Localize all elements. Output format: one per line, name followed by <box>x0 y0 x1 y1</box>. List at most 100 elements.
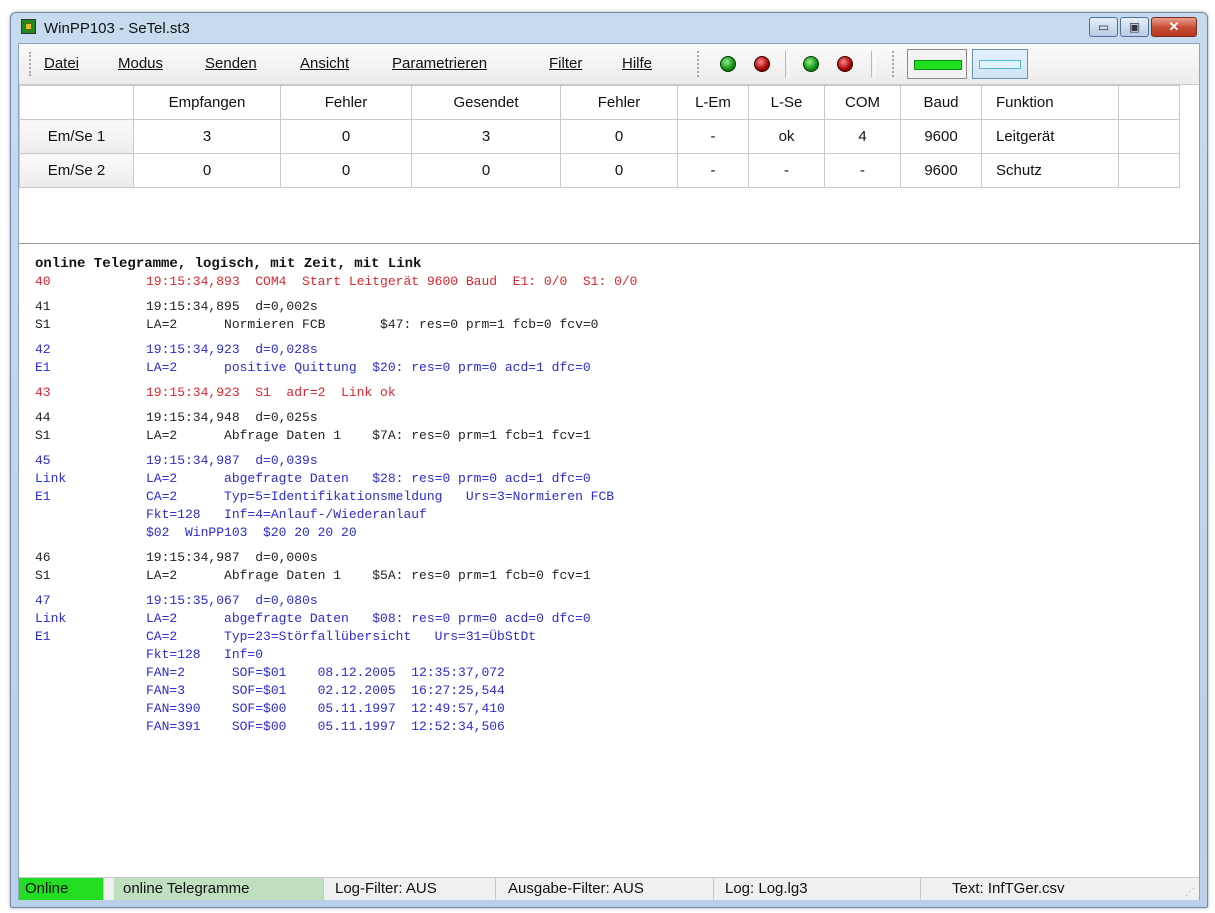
log-line-tag: E1 <box>35 489 51 504</box>
log-line-text: 19:15:34,948 d=0,025s <box>146 410 318 425</box>
log-line-text: FAN=2 SOF=$01 08.12.2005 12:35:37,072 <box>146 665 505 680</box>
log-line: Fkt=128 Inf=4=Anlauf-/Wiederanlauf <box>35 506 1185 524</box>
log-line-text: LA=2 positive Quittung $20: res=0 prm=0 … <box>146 360 591 375</box>
menu-label: Hilfe <box>622 55 653 72</box>
app-window: WinPP103 - SeTel.st3 ▭ ▣ ✕ Datei Modus S… <box>10 12 1208 908</box>
text-file-status: Text: InfTGer.csv <box>952 880 1065 897</box>
log-line-text: LA=2 abgefragte Daten $08: res=0 prm=0 a… <box>146 611 591 626</box>
table-cell <box>1118 119 1180 154</box>
log-line: S1 LA=2 Abfrage Daten 1 $5A: res=0 prm=1 … <box>35 567 1185 585</box>
maximize-button[interactable]: ▣ <box>1120 17 1149 37</box>
log-line-text: $02 WinPP103 $20 20 20 20 <box>146 525 357 540</box>
table-cell: - <box>824 153 901 188</box>
receive-status-red-led-icon[interactable] <box>754 56 770 72</box>
close-button[interactable]: ✕ <box>1151 17 1197 37</box>
resize-grip-icon[interactable]: ⋰ <box>1185 888 1195 898</box>
table-header-cell: Baud <box>900 85 982 120</box>
menu-bar: Datei Modus Senden Ansicht Parametrieren… <box>19 44 1199 85</box>
log-line-tag <box>35 682 146 700</box>
table-cell: 4 <box>824 119 901 154</box>
log-line-text: 19:15:34,923 d=0,028s <box>146 342 318 357</box>
log-line-tag: E1 <box>35 629 51 644</box>
output-filter-status: Ausgabe-Filter: AUS <box>499 878 714 900</box>
log-line: 42 19:15:34,923 d=0,028s <box>35 341 1185 359</box>
table-cell: Schutz <box>981 153 1119 188</box>
table-header-row: Empfangen Fehler Gesendet Fehler L-Em L-… <box>19 85 1180 120</box>
menu-ansicht[interactable]: Ansicht <box>300 55 349 72</box>
log-line-text: 19:15:35,067 d=0,080s <box>146 593 318 608</box>
table-header-cell: Fehler <box>280 85 412 120</box>
menu-parametrieren[interactable]: Parametrieren <box>392 55 487 72</box>
table-cell: 0 <box>280 153 412 188</box>
blue-bar-button[interactable] <box>972 49 1028 79</box>
log-line-tag: 45 <box>35 453 51 468</box>
log-line-tag: 43 <box>35 385 51 400</box>
menu-filter[interactable]: Filter <box>549 55 582 72</box>
log-line-text: 19:15:34,987 d=0,000s <box>146 550 318 565</box>
log-line-tag: S1 <box>35 428 51 443</box>
table-header-cell: Gesendet <box>411 85 561 120</box>
table-cell: 0 <box>560 153 678 188</box>
menu-label: Senden <box>205 55 257 72</box>
log-line-tag: 47 <box>35 593 51 608</box>
pane-divider[interactable] <box>19 243 1199 244</box>
log-line-text: FAN=391 SOF=$00 05.11.1997 12:52:34,506 <box>146 719 505 734</box>
send-status-red-led-icon[interactable] <box>837 56 853 72</box>
table-row-header: Em/Se 2 <box>19 153 134 188</box>
log-entry: 46 19:15:34,987 d=0,000s S1 LA=2 Abfrage Da… <box>35 549 1185 585</box>
table-cell: 0 <box>280 119 412 154</box>
log-line-text: LA=2 Abfrage Daten 1 $5A: res=0 prm=1 fc… <box>146 568 591 583</box>
mode-status: online Telegramme <box>114 878 324 900</box>
send-status-green-led-icon[interactable] <box>803 56 819 72</box>
client-area: Datei Modus Senden Ansicht Parametrieren… <box>18 43 1200 900</box>
log-line: 46 19:15:34,987 d=0,000s <box>35 549 1185 567</box>
log-line: 44 19:15:34,948 d=0,025s <box>35 409 1185 427</box>
menu-hilfe[interactable]: Hilfe <box>622 55 652 72</box>
table-header-cell <box>1118 85 1180 120</box>
log-line: S1 LA=2 Abfrage Daten 1 $7A: res=0 prm=1 … <box>35 427 1185 445</box>
toolbar-grip[interactable] <box>892 51 896 77</box>
green-bar-button[interactable] <box>907 49 967 79</box>
minimize-button[interactable]: ▭ <box>1089 17 1118 37</box>
log-line-tag: S1 <box>35 317 51 332</box>
table-header-cell <box>19 85 134 120</box>
title-bar[interactable]: WinPP103 - SeTel.st3 ▭ ▣ ✕ <box>11 13 1207 43</box>
log-line: FAN=390 SOF=$00 05.11.1997 12:49:57,410 <box>35 700 1185 718</box>
log-line-tag: E1 <box>35 360 51 375</box>
menubar-grip[interactable] <box>29 52 34 76</box>
table-row[interactable]: Em/Se 2 0 0 0 0 - - - 9600 Schutz <box>19 153 1180 188</box>
table-cell: Leitgerät <box>981 119 1119 154</box>
telegram-log[interactable]: online Telegramme, logisch, mit Zeit, mi… <box>35 252 1185 743</box>
log-line-text: LA=2 Abfrage Daten 1 $7A: res=0 prm=1 fc… <box>146 428 591 443</box>
table-cell: 9600 <box>900 119 982 154</box>
app-icon <box>21 19 36 34</box>
table-cell: - <box>677 153 749 188</box>
menu-label: Modus <box>118 55 164 72</box>
green-bar-icon <box>914 60 962 70</box>
log-line: 40 19:15:34,893 COM4 Start Leitgerät 9600… <box>35 273 1185 291</box>
table-row-header: Em/Se 1 <box>19 119 134 154</box>
log-file-status: Log: Log.lg3 <box>716 878 921 900</box>
log-line-tag <box>35 524 146 542</box>
menu-label: Filter <box>549 55 583 72</box>
table-row[interactable]: Em/Se 1 3 0 3 0 - ok 4 9600 Leitgerät <box>19 119 1180 154</box>
table-cell <box>1118 153 1180 188</box>
channel-statistics-table: Empfangen Fehler Gesendet Fehler L-Em L-… <box>19 85 1180 188</box>
toolbar-grip[interactable] <box>697 51 701 77</box>
online-status: Online <box>19 878 104 900</box>
menu-modus[interactable]: Modus <box>118 55 163 72</box>
table-cell: - <box>748 153 825 188</box>
receive-status-green-led-icon[interactable] <box>720 56 736 72</box>
log-line-tag: 40 <box>35 274 51 289</box>
table-header-cell: COM <box>824 85 901 120</box>
menu-label: Ansicht <box>300 55 350 72</box>
log-line: 45 19:15:34,987 d=0,039s <box>35 452 1185 470</box>
log-line-tag: Link <box>35 471 67 486</box>
table-cell: 0 <box>133 153 281 188</box>
log-line: 41 19:15:34,895 d=0,002s <box>35 298 1185 316</box>
log-line-text: FAN=390 SOF=$00 05.11.1997 12:49:57,410 <box>146 701 505 716</box>
menu-senden[interactable]: Senden <box>205 55 257 72</box>
menu-datei[interactable]: Datei <box>44 55 79 72</box>
log-line-text: 19:15:34,987 d=0,039s <box>146 453 318 468</box>
window-title: WinPP103 - SeTel.st3 <box>44 20 190 37</box>
